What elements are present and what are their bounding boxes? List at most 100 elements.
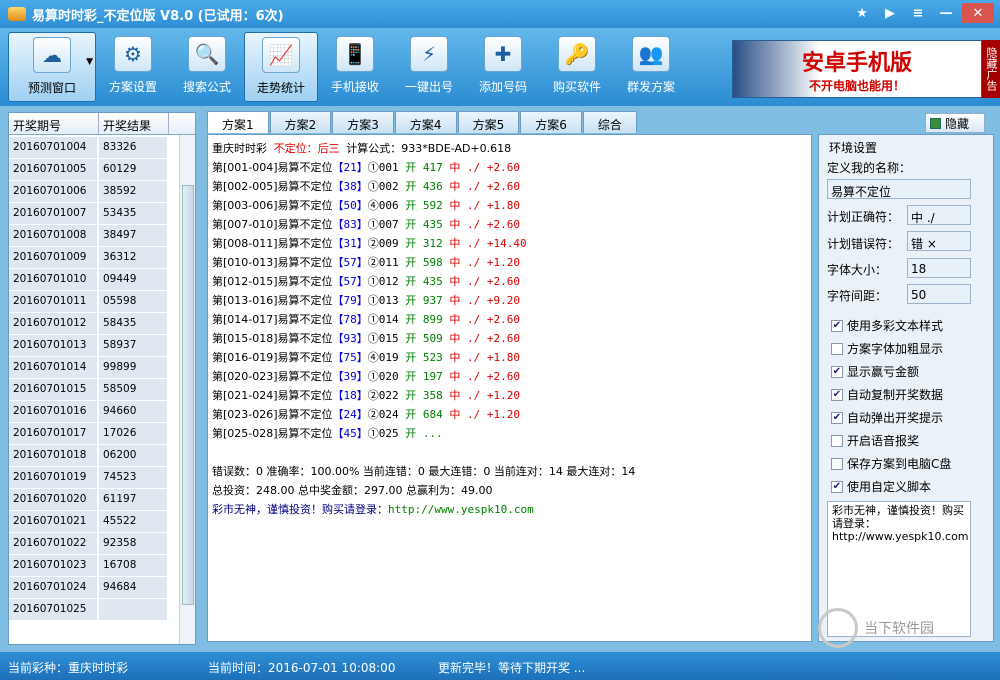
plan-cell: 开 436 <box>405 180 443 193</box>
table-row[interactable]: 20160701010 09449 <box>9 269 181 291</box>
table-row[interactable]: 20160701013 58937 <box>9 335 181 357</box>
one-click-number-button[interactable]: ⚡ 一键出号 <box>392 32 466 102</box>
issue-cell: 20160701021 <box>9 511 99 532</box>
table-row[interactable]: 20160701020 61197 <box>9 489 181 511</box>
checkbox-custom-script[interactable]: ✔ 使用自定义脚本 <box>831 478 931 495</box>
checkbox-voice[interactable]: 开启语音报奖 <box>831 432 919 449</box>
plan-cell: +2.60 <box>486 161 521 174</box>
vertical-scrollbar[interactable] <box>179 135 195 644</box>
tab-plan4[interactable]: 方案4 <box>394 111 457 133</box>
plan-cell: +2.60 <box>486 180 521 193</box>
table-row[interactable]: 20160701009 36312 <box>9 247 181 269</box>
plan-cell: 易算不定位 <box>277 256 333 269</box>
spacing-label: 字符间距： <box>827 289 888 303</box>
checkbox-save-c[interactable]: 保存方案到电脑C盘 <box>831 455 951 472</box>
tab-plan3[interactable]: 方案3 <box>332 111 394 133</box>
result-cell: 58509 <box>99 379 169 400</box>
tab-plan1[interactable]: 方案1 <box>207 111 269 133</box>
add-number-button[interactable]: ✚ 添加号码 <box>466 32 540 102</box>
checkbox-multicolor[interactable]: ✔ 使用多彩文本样式 <box>831 317 943 334</box>
checkbox-show-profit[interactable]: ✔ 显示赢亏金额 <box>831 363 919 380</box>
add-folder-icon: ✚ <box>484 36 522 72</box>
mobile-receive-button[interactable]: 📱 手机接收 <box>318 32 392 102</box>
table-body: 20160701004 83326 20160701005 60129 20160701… <box>9 137 181 621</box>
draw-results-table: 开奖期号 开奖结果 20160701004 83326 20160701005 601… <box>8 112 196 645</box>
issue-cell: 20160701006 <box>9 181 99 202</box>
result-cell: 74523 <box>99 467 169 488</box>
font-size-field[interactable]: 18 <box>907 258 971 278</box>
right-symbol-label: 计划正确符： <box>827 210 900 224</box>
plan-cell: 【45】 <box>332 427 368 440</box>
column-result[interactable]: 开奖结果 <box>99 113 169 134</box>
table-row[interactable]: 20160701007 53435 <box>9 203 181 225</box>
chevron-down-icon[interactable]: ▼ <box>86 57 93 67</box>
table-row[interactable]: 20160701015 58509 <box>9 379 181 401</box>
issue-cell: 20160701013 <box>9 335 99 356</box>
table-row[interactable]: 20160701023 16708 <box>9 555 181 577</box>
checkbox-auto-popup[interactable]: ✔ 自动弹出开奖提示 <box>831 409 943 426</box>
close-button[interactable]: ✕ <box>962 3 994 23</box>
menu-icon[interactable]: ≡ <box>906 3 930 23</box>
checkbox-auto-copy[interactable]: ✔ 自动复制开奖数据 <box>831 386 943 403</box>
table-row[interactable]: 20160701024 94684 <box>9 577 181 599</box>
column-issue[interactable]: 开奖期号 <box>9 113 99 134</box>
wrong-symbol-label: 计划错误符： <box>827 237 900 251</box>
scrollbar-thumb[interactable] <box>182 185 194 605</box>
stats-line-1: 错误数：0 准确率：100.00% 当前连错：0 最大连错：0 当前连对：14 … <box>212 465 636 478</box>
table-row[interactable]: 20160701019 74523 <box>9 467 181 489</box>
plan-cell: 【18】 <box>332 389 368 402</box>
tab-plan2[interactable]: 方案2 <box>269 111 332 133</box>
exit-icon <box>930 117 941 129</box>
table-row[interactable]: 20160701022 92358 <box>9 533 181 555</box>
plan-cell: ①025 <box>367 427 399 440</box>
hide-ad-button[interactable]: 隐藏广告 <box>982 40 1000 98</box>
plan-cell: +1.20 <box>486 389 521 402</box>
plan-row: 第[016-019]易算不定位【75】④019 开 523 中 ./ +1.80 <box>212 348 807 367</box>
title-bar: 易算时时彩_不定位版 V8.0 (已试用：6次) ★ ▶ ≡ — ✕ <box>0 0 1000 28</box>
table-row[interactable]: 20160701016 94660 <box>9 401 181 423</box>
forecast-window-button[interactable]: ☁ 预测窗口 ▼ <box>8 32 96 102</box>
minimize-button[interactable]: — <box>934 3 958 23</box>
spacing-field[interactable]: 50 <box>907 284 971 304</box>
tab-plan6[interactable]: 方案6 <box>520 111 582 133</box>
tab-summary[interactable]: 综合 <box>582 111 637 133</box>
plan-row: 第[007-010]易算不定位【83】①007 开 435 中 ./ +2.60 <box>212 215 807 234</box>
table-row[interactable]: 20160701005 60129 <box>9 159 181 181</box>
table-row[interactable]: 20160701004 83326 <box>9 137 181 159</box>
table-row[interactable]: 20160701008 38497 <box>9 225 181 247</box>
ad-banner[interactable]: 安卓手机版 不开电脑也能用！ <box>732 40 982 98</box>
plan-cell: 中 ./ <box>449 370 481 383</box>
tab-plan5[interactable]: 方案5 <box>457 111 520 133</box>
plan-cell: 开 684 <box>405 408 443 421</box>
right-symbol-field[interactable]: 中 ./ <box>907 205 971 225</box>
table-row[interactable]: 20160701012 58435 <box>9 313 181 335</box>
broadcast-plan-button[interactable]: 👥 群发方案 <box>614 32 688 102</box>
buy-software-button[interactable]: 🔑 购买软件 <box>540 32 614 102</box>
window-controls: ★ ▶ ≡ — ✕ <box>850 3 994 23</box>
hide-panel-button[interactable]: 隐藏 <box>925 113 985 133</box>
table-row[interactable]: 20160701017 17026 <box>9 423 181 445</box>
table-row[interactable]: 20160701006 38592 <box>9 181 181 203</box>
trend-stats-button[interactable]: 📈 走势统计 <box>244 32 318 102</box>
plan-row: 第[014-017]易算不定位【78】①014 开 899 中 ./ +2.60 <box>212 310 807 329</box>
plan-cell: ①007 <box>367 218 399 231</box>
table-row[interactable]: 20160701021 45522 <box>9 511 181 533</box>
play-icon[interactable]: ▶ <box>878 3 902 23</box>
plan-settings-button[interactable]: ⚙ 方案设置 <box>96 32 170 102</box>
search-formula-button[interactable]: 🔍 搜索公式 <box>170 32 244 102</box>
issue-cell: 20160701024 <box>9 577 99 598</box>
table-row[interactable]: 20160701014 99899 <box>9 357 181 379</box>
footer-url[interactable]: http://www.yespk10.com <box>388 503 534 516</box>
plan-row: 第[003-006]易算不定位【50】④006 开 592 中 ./ +1.80 <box>212 196 807 215</box>
issue-cell: 20160701011 <box>9 291 99 312</box>
table-row[interactable]: 20160701025 <box>9 599 181 621</box>
table-row[interactable]: 20160701018 06200 <box>9 445 181 467</box>
footer-line: 彩市无神，谨慎投资！购买请登录：http://www.yespk10.com <box>212 503 534 516</box>
result-cell: 16708 <box>99 555 169 576</box>
name-field[interactable]: 易算不定位 <box>827 179 971 199</box>
table-row[interactable]: 20160701011 05598 <box>9 291 181 313</box>
skin-star-icon[interactable]: ★ <box>850 3 874 23</box>
plan-cell: 易算不定位 <box>277 275 333 288</box>
wrong-symbol-field[interactable]: 错 × <box>907 231 971 251</box>
checkbox-bold[interactable]: 方案字体加粗显示 <box>831 340 943 357</box>
